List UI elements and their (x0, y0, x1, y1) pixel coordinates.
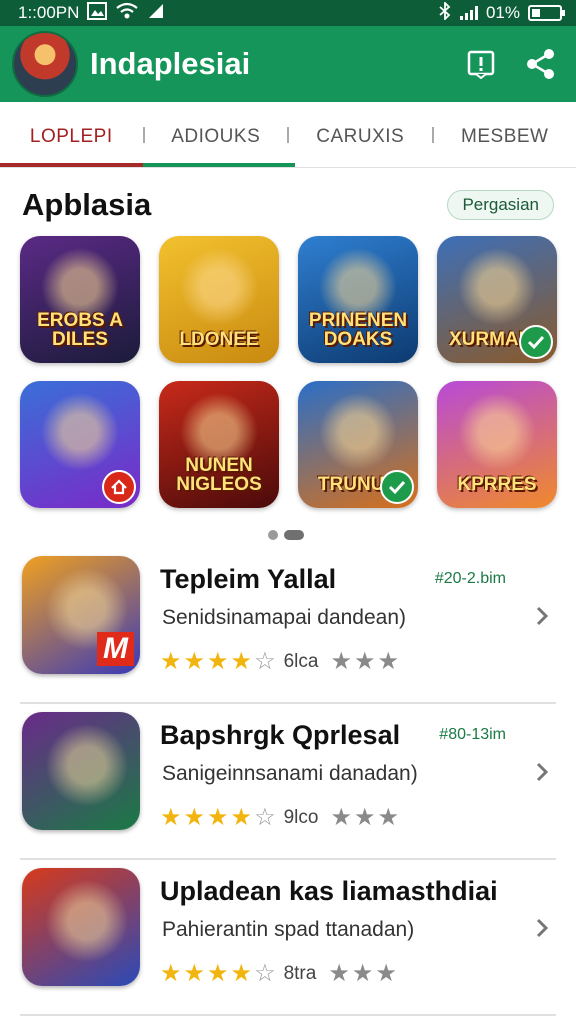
star-full-icon: ★ (230, 804, 253, 831)
wifi-icon (115, 2, 139, 25)
star-full-icon: ★ (160, 648, 182, 675)
star-grey-icon: ★ (330, 648, 352, 675)
chevron-right-icon[interactable] (530, 916, 554, 940)
app-list-icon (22, 868, 140, 986)
rating-row: ★ ★ ★ ★ ☆ 6lca ★ ★ ★ (160, 650, 399, 674)
star-grey-icon: ★ (351, 960, 374, 987)
tab-lopliepi[interactable]: LOPLEPI (0, 102, 143, 168)
tab-indicator-secondary (143, 163, 295, 167)
star-full-icon: ★ (183, 960, 206, 987)
rating-row: ★ ★ ★ ★ ☆ 9lco ★ ★ ★ (160, 806, 399, 830)
report-icon[interactable] (464, 47, 498, 81)
verified-check-icon (519, 325, 553, 359)
page-dot[interactable] (268, 530, 278, 540)
star-full-icon: ★ (207, 804, 229, 831)
chevron-right-icon[interactable] (530, 604, 554, 628)
star-grey-icon: ★ (375, 960, 397, 987)
star-grey-icon: ★ (353, 804, 376, 831)
app-tile[interactable]: TRUNUR (298, 381, 418, 508)
bluetooth-icon (438, 0, 452, 25)
star-full-icon: ★ (230, 960, 253, 987)
rating-row: ★ ★ ★ ★ ☆ 8tra ★ ★ ★ (160, 962, 397, 986)
app-subtitle: Sanigeinnsanami danadan) (162, 762, 418, 785)
app-tile[interactable]: KPRRES (437, 381, 557, 508)
share-icon[interactable] (524, 47, 558, 81)
tab-indicator (0, 163, 143, 167)
star-full-icon: ★ (230, 648, 253, 675)
star-full-icon: ★ (160, 960, 182, 987)
star-grey-icon: ★ (353, 648, 376, 675)
verified-check-icon (380, 470, 414, 504)
star-full-icon: ★ (160, 804, 182, 831)
signal-bars-icon (459, 6, 478, 20)
status-time: 1::00PN (18, 3, 80, 22)
app-title: Tepleim Yallal (160, 564, 337, 594)
tab-mesbew[interactable]: MESBEW (434, 102, 576, 168)
home-badge-icon (102, 470, 136, 504)
featured-section-header: Apblasia Pergasian (22, 180, 554, 230)
star-full-icon: ★ (207, 648, 229, 675)
tab-caruxis[interactable]: CARUXIS (289, 102, 432, 168)
star-empty-icon: ☆ (254, 648, 276, 675)
app-tile[interactable]: LDONEE (159, 236, 279, 363)
tile-label: LDONEE (179, 329, 259, 350)
page-dot-active[interactable] (284, 530, 304, 540)
tile-label: KPRRES (457, 474, 537, 495)
battery-icon (528, 5, 565, 21)
app-brand-mark: M (97, 632, 134, 666)
carousel-page-indicator (268, 530, 304, 540)
app-list: M Tepleim Yallal #20-2.bim Senidsinamapa… (0, 548, 576, 1016)
featured-app-grid: EROBS A DILES LDONEE PRINENEN DOAKS XURM… (20, 236, 560, 508)
tile-label: NUNEN NIGLEOS (176, 455, 262, 495)
app-title: Bapshrgk Qprlesal (160, 720, 401, 750)
app-title: Indaplesiai (90, 46, 251, 81)
app-tile[interactable]: XURMANS (437, 236, 557, 363)
app-meta: #80-13im (439, 726, 506, 743)
star-grey-icon: ★ (377, 804, 399, 831)
list-item[interactable]: M Tepleim Yallal #20-2.bim Senidsinamapa… (20, 548, 556, 704)
tab-adiouks[interactable]: ADIOUKS (145, 102, 288, 168)
app-tile[interactable]: PRINENEN DOAKS (298, 236, 418, 363)
chevron-right-icon[interactable] (530, 760, 554, 784)
app-list-icon (22, 712, 140, 830)
star-grey-icon: ★ (328, 960, 350, 987)
app-meta: #20-2.bim (434, 570, 506, 587)
rating-label: 8tra (283, 963, 317, 984)
star-full-icon: ★ (183, 804, 206, 831)
app-title: Upladean kas liamasthdiai (160, 876, 498, 906)
rating-label: 9lco (283, 807, 319, 828)
app-logo-avatar[interactable] (12, 31, 78, 97)
star-grey-icon: ★ (377, 648, 399, 675)
section-title: Apblasia (22, 187, 152, 222)
star-empty-icon: ☆ (254, 804, 276, 831)
app-tile[interactable]: EROBS A DILES (20, 236, 140, 363)
image-notification-icon (87, 1, 108, 25)
star-full-icon: ★ (183, 648, 206, 675)
star-empty-icon: ☆ (254, 960, 276, 987)
star-full-icon: ★ (207, 960, 229, 987)
list-item[interactable]: Bapshrgk Qprlesal #80-13im Sanigeinnsana… (20, 704, 556, 860)
app-subtitle: Senidsinamapai dandean) (162, 606, 407, 629)
app-tile[interactable] (20, 381, 140, 508)
status-bar: 1::00PN 01% (0, 0, 576, 26)
app-list-icon: M (22, 556, 140, 674)
star-grey-icon: ★ (330, 804, 352, 831)
cell-signal-icon (147, 3, 165, 24)
app-bar: Indaplesiai (0, 26, 576, 102)
category-tabs: LOPLEPI ADIOUKS CARUXIS MESBEW (0, 102, 576, 168)
tile-label: PRINENEN DOAKS (308, 310, 408, 350)
section-chip-button[interactable]: Pergasian (447, 190, 554, 220)
tile-label: EROBS A DILES (37, 310, 123, 350)
list-item[interactable]: Upladean kas liamasthdiai Pahierantin sp… (20, 860, 556, 1016)
battery-percent: 01% (485, 3, 520, 22)
rating-label: 6lca (283, 651, 319, 672)
app-subtitle: Pahierantin spad ttanadan) (162, 918, 415, 941)
app-tile[interactable]: NUNEN NIGLEOS (159, 381, 279, 508)
